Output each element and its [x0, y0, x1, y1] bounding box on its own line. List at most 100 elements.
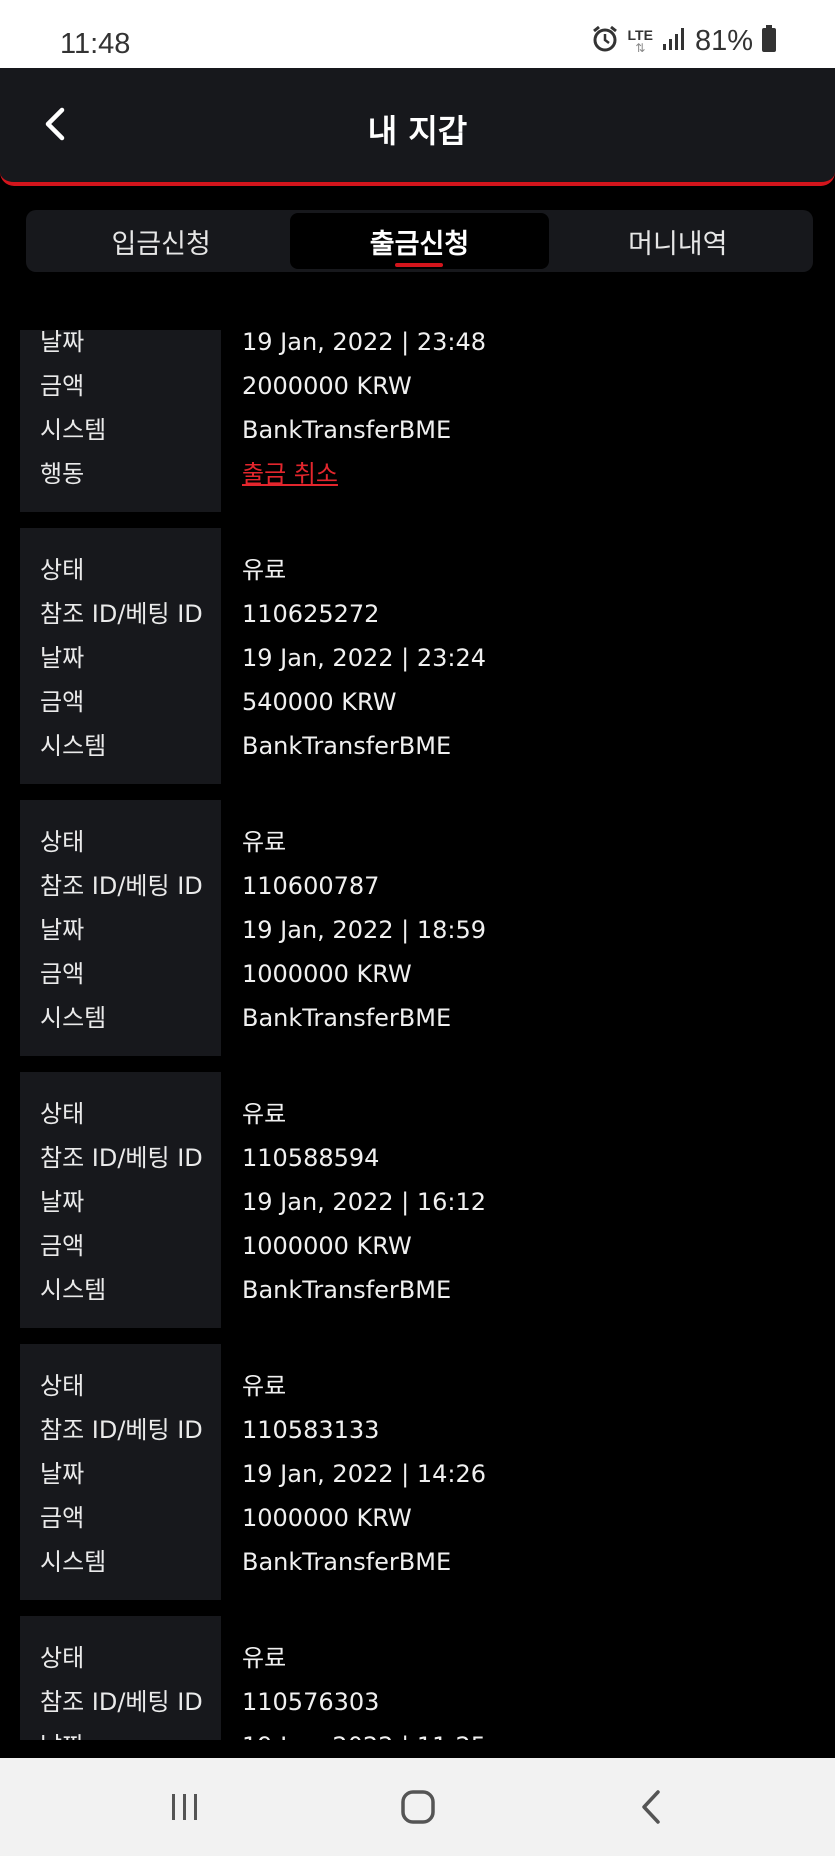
withdrawal-record: 상태참조 ID/베팅 ID 날짜금액시스템 유료 110583133 19 Jan, 2…	[0, 1344, 835, 1600]
home-button[interactable]	[393, 1782, 443, 1832]
tab-label: 출금신청	[369, 228, 470, 260]
field-value: 19 Jan, 2022 | 23:24	[242, 644, 487, 672]
field-value: 19 Jan, 2022 | 23:48	[242, 330, 487, 356]
field-label: 금액	[40, 688, 85, 716]
field-label: 날짜	[40, 330, 85, 356]
signal-icon	[661, 26, 687, 56]
withdrawal-record: 날짜금액시스템행동 19 Jan, 2022 | 23:48 2000000 KRW…	[0, 330, 835, 512]
network-type: LTE	[627, 27, 653, 43]
screen: 11:48 LTE ⇅ 81% 내 지갑 입금신청 출금신청 머니내역 날짜 금…	[0, 0, 835, 1856]
record-labels: 상태참조 ID/베팅 ID날짜금액	[20, 1616, 221, 1740]
field-label: 참조 ID/베팅 ID	[40, 1144, 203, 1172]
field-label: 금액	[40, 372, 85, 400]
battery-level: 81%	[694, 24, 753, 57]
recent-apps-button[interactable]	[160, 1782, 210, 1832]
field-label: 금액	[40, 1504, 85, 1532]
withdrawal-list[interactable]: 날짜 금액 시스템 행동 19 Jan, 2022 | 23:48 2000000 KRW…	[0, 330, 835, 1740]
back-arrow-icon	[642, 1790, 660, 1824]
active-tab-indicator	[395, 263, 444, 267]
status-time: 11:48	[60, 28, 131, 60]
field-value: 2000000 KRW	[242, 372, 412, 400]
field-label: 상태	[40, 1644, 85, 1672]
tab-label: 머니내역	[628, 228, 728, 260]
battery-icon	[761, 25, 777, 57]
field-label: 날짜	[40, 644, 85, 672]
withdrawal-record: 상태참조 ID/베팅 ID 날짜금액시스템 유료 110588594 19 Jan, 2…	[0, 1072, 835, 1328]
withdrawal-record: 상태참조 ID/베팅 ID 날짜금액시스템 유료 110625272 19 Jan, 2…	[0, 528, 835, 784]
field-value: 110600787	[242, 872, 380, 900]
system-back-button[interactable]	[628, 1782, 678, 1832]
record-labels: 날짜금액시스템행동	[20, 330, 221, 512]
field-label: 참조 ID/베팅 ID	[40, 1688, 203, 1716]
field-value: BankTransferBME	[242, 732, 452, 760]
field-label: 상태	[40, 1372, 85, 1400]
field-value: 19 Jan, 2022 | 16:12	[242, 1188, 487, 1216]
field-value: 유료	[242, 1372, 287, 1400]
record-labels: 상태참조 ID/베팅 ID 날짜금액시스템	[20, 1344, 221, 1600]
field-value: BankTransferBME	[242, 1004, 452, 1032]
status-bar: 11:48 LTE ⇅ 81%	[0, 0, 835, 68]
field-label: 상태	[40, 556, 85, 584]
field-value: 540000 KRW	[242, 688, 397, 716]
field-value: 110625272	[242, 600, 380, 628]
field-label: 시스템	[40, 1276, 107, 1304]
field-value: 1000000 KRW	[242, 1232, 412, 1260]
field-value: BankTransferBME	[242, 1276, 452, 1304]
page-title: 내 지갑	[367, 112, 468, 150]
field-label: 날짜	[20, 1724, 221, 1740]
tab-label: 입금신청	[111, 228, 211, 260]
field-value: 110576303	[242, 1688, 380, 1716]
field-value: 유료	[242, 1100, 287, 1128]
field-label: 상태	[40, 1100, 85, 1128]
record-values: 유료11057630319 Jan, 2022 | 11:251800000 K…	[221, 1616, 835, 1740]
record-values: 유료 110588594 19 Jan, 2022 | 16:12 1000000 K…	[221, 1072, 835, 1328]
field-label: 참조 ID/베팅 ID	[40, 1416, 203, 1444]
field-value: 1000000 KRW	[242, 1504, 412, 1532]
status-icons: LTE ⇅ 81%	[590, 24, 777, 58]
record-labels: 상태참조 ID/베팅 ID 날짜금액시스템	[20, 800, 221, 1056]
alarm-icon	[590, 24, 620, 58]
field-value: 110588594	[242, 1144, 380, 1172]
record-values: 유료 110583133 19 Jan, 2022 | 14:26 1000000 K…	[221, 1344, 835, 1600]
field-label: 참조 ID/베팅 ID	[40, 872, 203, 900]
field-value: 유료	[242, 556, 287, 584]
field-label: 금액	[40, 960, 85, 988]
tab-withdrawal-request[interactable]: 출금신청	[290, 213, 549, 269]
withdrawal-record: 상태참조 ID/베팅 ID날짜금액유료11057630319 Jan, 2022…	[0, 1616, 835, 1740]
record-values: 19 Jan, 2022 | 23:48 2000000 KRW BankTrans…	[221, 330, 835, 512]
lte-icon: LTE ⇅	[627, 27, 653, 55]
field-value: 19 Jan, 2022 | 14:26	[242, 1460, 487, 1488]
field-label: 금액	[40, 1232, 85, 1260]
record-values: 유료 110625272 19 Jan, 2022 | 23:24 540000 KR…	[221, 528, 835, 784]
field-value: 1000000 KRW	[242, 960, 412, 988]
field-value: BankTransferBME	[242, 1548, 452, 1576]
app-header: 내 지갑	[0, 68, 835, 186]
field-label: 시스템	[40, 1004, 107, 1032]
field-label: 상태	[40, 828, 85, 856]
system-nav-bar	[0, 1758, 835, 1856]
tab-deposit-request[interactable]: 입금신청	[32, 213, 290, 269]
field-value: 19 Jan, 2022 | 18:59	[242, 916, 487, 944]
field-label: 날짜	[40, 916, 85, 944]
field-label: 시스템	[40, 416, 107, 444]
field-label: 날짜	[40, 1460, 85, 1488]
field-label: 참조 ID/베팅 ID	[40, 600, 203, 628]
field-label: 행동	[40, 460, 85, 488]
withdrawal-record: 상태참조 ID/베팅 ID 날짜금액시스템 유료 110600787 19 Jan, 2…	[0, 800, 835, 1056]
field-value: 19 Jan, 2022 | 11:25	[242, 1724, 835, 1740]
field-label: 날짜	[40, 1188, 85, 1216]
field-value: 출금 취소	[242, 452, 835, 496]
field-value: 110583133	[242, 1416, 380, 1444]
record-values: 유료 110600787 19 Jan, 2022 | 18:59 1000000 K…	[221, 800, 835, 1056]
record-labels: 상태참조 ID/베팅 ID 날짜금액시스템	[20, 1072, 221, 1328]
field-value: 유료	[242, 1644, 287, 1672]
withdrawal-list-content: 날짜 금액 시스템 행동 19 Jan, 2022 | 23:48 2000000 KRW…	[0, 330, 835, 1740]
field-value: 유료	[242, 828, 287, 856]
tab-money-history[interactable]: 머니내역	[549, 213, 807, 269]
field-value: BankTransferBME	[242, 416, 452, 444]
field-label: 시스템	[40, 732, 107, 760]
recent-apps-icon	[172, 1794, 197, 1820]
field-label: 시스템	[40, 1548, 107, 1576]
home-icon	[401, 1790, 435, 1824]
cancel-withdrawal-link[interactable]: 출금 취소	[242, 460, 338, 488]
